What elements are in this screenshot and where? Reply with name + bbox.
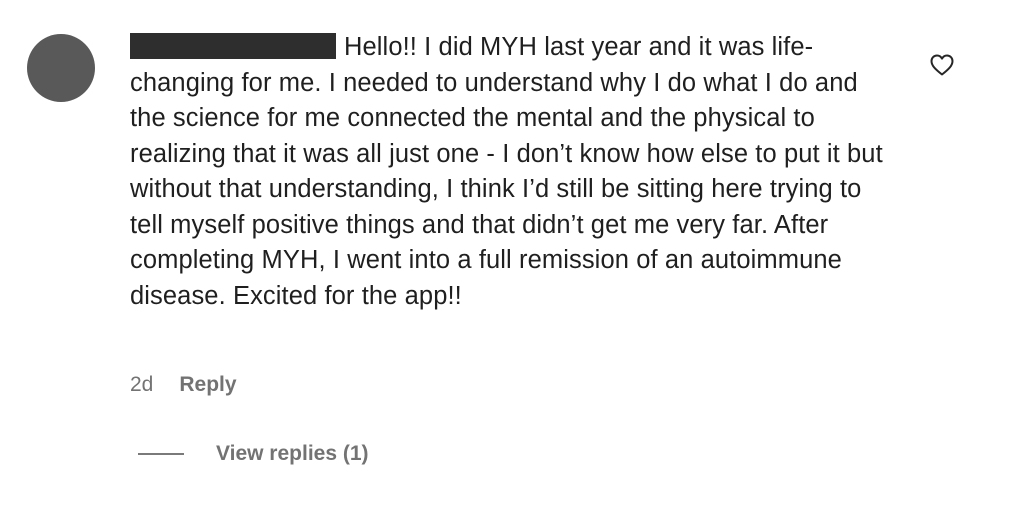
view-replies-label: View replies (1): [216, 442, 369, 465]
reply-button[interactable]: Reply: [179, 373, 236, 397]
heart-icon: [930, 54, 954, 76]
avatar[interactable]: [27, 34, 95, 102]
comment-text: Hello!! I did MYH last year and it was l…: [130, 33, 883, 310]
comment: Hello!! I did MYH last year and it was l…: [0, 0, 1030, 522]
like-button[interactable]: [930, 54, 954, 76]
view-replies-button[interactable]: View replies (1): [138, 440, 369, 468]
replies-divider-line: [138, 453, 184, 455]
comment-body: Hello!! I did MYH last year and it was l…: [130, 30, 900, 314]
redacted-username[interactable]: [130, 33, 336, 59]
comment-meta: 2d Reply: [130, 370, 237, 400]
timestamp: 2d: [130, 373, 154, 396]
